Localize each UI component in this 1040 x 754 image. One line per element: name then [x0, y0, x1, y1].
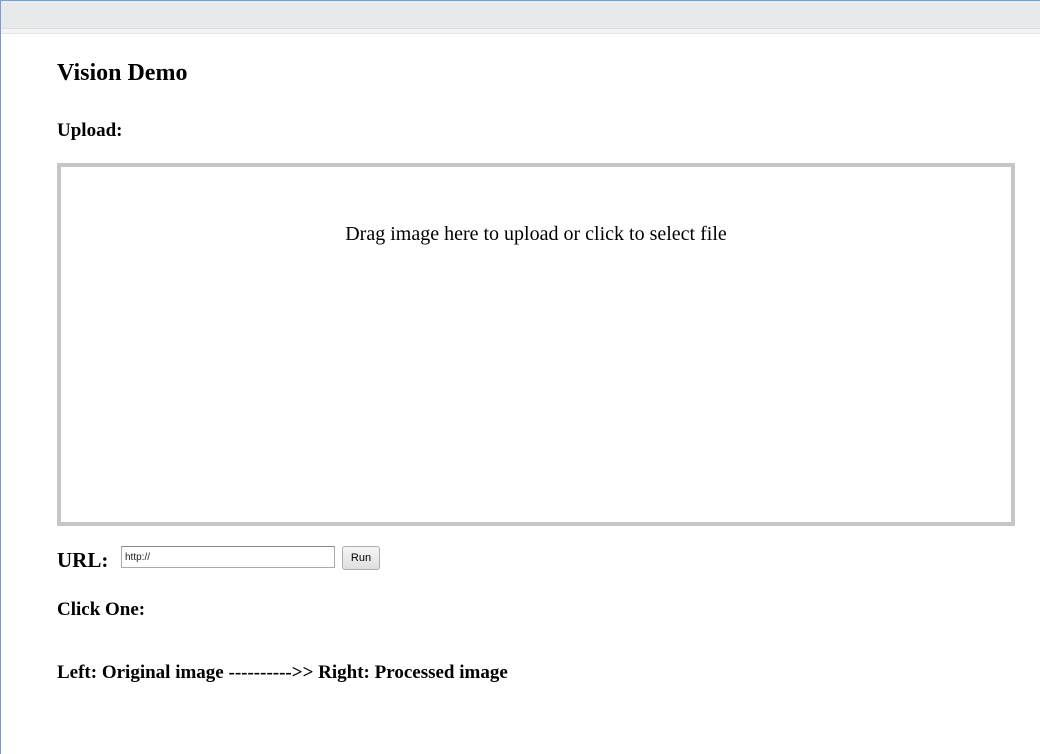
- window-top-bar: [1, 1, 1040, 29]
- sample-images-label: Click One:: [57, 599, 146, 620]
- dropzone-instructions: Drag image here to upload or click to se…: [345, 223, 727, 245]
- run-button[interactable]: Run: [342, 546, 380, 570]
- page-title: Vision Demo: [57, 60, 188, 86]
- url-input[interactable]: [121, 546, 335, 568]
- image-dropzone[interactable]: Drag image here to upload or click to se…: [57, 163, 1015, 526]
- url-label: URL:: [57, 548, 109, 572]
- top-bar-separator: [1, 29, 1040, 34]
- upload-label: Upload:: [57, 120, 123, 141]
- result-caption: Left: Original image ---------->> Right:…: [57, 662, 508, 683]
- browser-window: Vision Demo Upload: Drag image here to u…: [0, 0, 1040, 754]
